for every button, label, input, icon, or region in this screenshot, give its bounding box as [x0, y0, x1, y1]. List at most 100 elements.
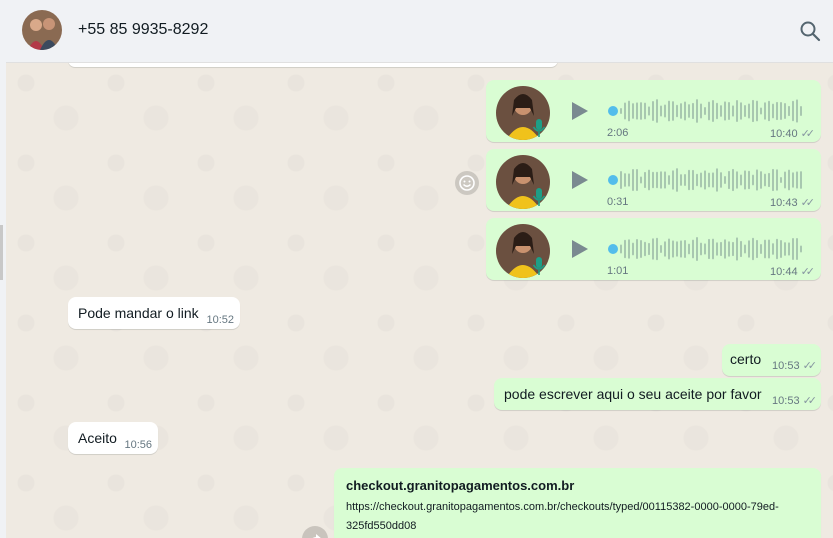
link-preview-title[interactable]: checkout.granitopagamentos.com.br [346, 478, 574, 493]
waveform-bar [700, 172, 702, 188]
waveform-bar [652, 238, 654, 260]
audio-waveform[interactable] [608, 234, 804, 264]
waveform-bar [736, 237, 738, 261]
emoji-reaction-icon[interactable] [455, 171, 479, 195]
play-icon[interactable] [568, 169, 590, 191]
contact-name[interactable]: +55 85 9935-8292 [78, 21, 208, 39]
waveform-bar [768, 100, 770, 122]
message-list[interactable]: 2:06 10:40 ✓✓ 0:31 10:43 ✓✓ 1:01 10:44 ✓✓ P… [6, 63, 833, 538]
audio-duration: 1:01 [607, 265, 629, 277]
waveform-bar [796, 238, 798, 260]
waveform-bar [748, 170, 750, 190]
waveform-bar [752, 237, 754, 261]
message-time: 10:40 [770, 127, 798, 140]
scroll-indicator [0, 225, 3, 280]
waveform-bar [676, 241, 678, 257]
message-text: Aceito [78, 430, 117, 446]
incoming-message[interactable]: Aceito 10:56 [68, 422, 158, 454]
message-text: Pode mandar o link [78, 305, 199, 321]
waveform-bar [708, 238, 710, 260]
waveform-bar [632, 242, 634, 256]
waveform-bar [696, 99, 698, 123]
waveform-bar [724, 176, 726, 184]
waveform-bar [772, 243, 774, 255]
waveform-bar [796, 99, 798, 123]
waveform-bar [760, 171, 762, 189]
message-time: 10:44 [770, 265, 798, 278]
waveform-bar [676, 104, 678, 118]
link-url[interactable]: https://checkout.granitopagamentos.com.b… [346, 498, 806, 536]
waveform-bar [620, 108, 622, 114]
waveform-bar [648, 106, 650, 116]
waveform-bar [684, 101, 686, 121]
waveform-bar [652, 171, 654, 189]
waveform-bar [628, 173, 630, 187]
search-icon[interactable] [799, 20, 821, 42]
waveform-bar [788, 169, 790, 191]
contact-avatar[interactable] [22, 10, 62, 50]
message-time: 10:53 [772, 394, 800, 407]
waveform-bar [764, 239, 766, 259]
microphone-icon [532, 118, 546, 138]
audio-message[interactable]: 2:06 10:40 ✓✓ [486, 80, 821, 142]
waveform-bar [800, 245, 802, 253]
message-time: 10:52 [206, 314, 234, 326]
waveform-bar [764, 173, 766, 187]
waveform-bar [656, 237, 658, 261]
incoming-message[interactable]: Pode mandar o link 10:52 [68, 297, 240, 329]
waveform-bar [620, 171, 622, 189]
waveform-bar [668, 238, 670, 260]
waveform-bar [720, 105, 722, 117]
waveform-bar [672, 240, 674, 258]
waveform-bar [724, 239, 726, 259]
audio-waveform[interactable] [608, 96, 804, 126]
waveform-bar [664, 171, 666, 189]
waveform-bar [800, 105, 802, 117]
message-meta: 10:44 ✓✓ [770, 265, 815, 279]
waveform-bar [776, 238, 778, 260]
waveform-bar [652, 100, 654, 122]
waveform-bar [660, 245, 662, 253]
waveform-bar [752, 174, 754, 186]
waveform-bar [632, 103, 634, 119]
waveform-bar [636, 102, 638, 120]
waveform-bar [704, 106, 706, 116]
link-message[interactable]: checkout.granitopagamentos.com.br https:… [334, 468, 821, 538]
message-text: pode escrever aqui o seu aceite por favo… [504, 386, 762, 402]
read-ticks-icon: ✓✓ [800, 197, 816, 209]
audio-waveform[interactable] [608, 165, 804, 195]
waveform-bar [696, 173, 698, 187]
message-meta: 10:53 ✓✓ [772, 394, 817, 408]
waveform-bar [644, 102, 646, 120]
waveform-bar [768, 172, 770, 188]
waveform-bar [680, 174, 682, 186]
audio-message[interactable]: 0:31 10:43 ✓✓ [486, 149, 821, 211]
waveform-bar [656, 171, 658, 189]
play-icon[interactable] [568, 238, 590, 260]
waveform-bar [680, 240, 682, 258]
chat-header: +55 85 9935-8292 [6, 0, 833, 63]
waveform-bar [712, 238, 714, 260]
waveform-bar [708, 172, 710, 188]
waveform-bar [796, 171, 798, 189]
waveform-bar [624, 102, 626, 120]
waveform-bar [736, 100, 738, 122]
waveform-bar [668, 100, 670, 122]
waveform-bar [748, 103, 750, 119]
forward-icon[interactable] [302, 526, 328, 538]
play-icon[interactable] [568, 100, 590, 122]
waveform-bar [788, 105, 790, 117]
waveform-bar [696, 237, 698, 261]
waveform-bar [704, 243, 706, 255]
waveform-bar [676, 168, 678, 192]
waveform-bar [688, 169, 690, 191]
audio-message[interactable]: 1:01 10:44 ✓✓ [486, 218, 821, 280]
waveform-bar [772, 103, 774, 119]
outgoing-message[interactable]: pode escrever aqui o seu aceite por favo… [494, 378, 821, 410]
waveform-bar [684, 240, 686, 258]
waveform-bar [688, 104, 690, 118]
waveform-bar [724, 101, 726, 121]
waveform-bar [640, 240, 642, 258]
outgoing-message[interactable]: certo 10:53 ✓✓ [722, 344, 821, 376]
waveform-bar [688, 243, 690, 255]
